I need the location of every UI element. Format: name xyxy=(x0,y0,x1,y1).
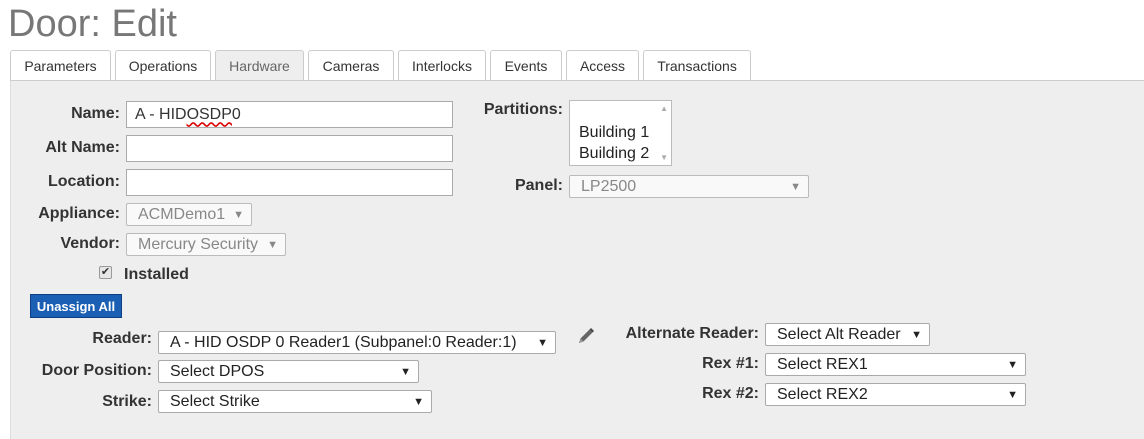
strike-select[interactable]: Select Strike ▼ xyxy=(158,390,432,413)
installed-label: Installed xyxy=(124,266,189,283)
vendor-select[interactable]: Mercury Security ▼ xyxy=(126,233,286,256)
caret-down-icon: ▼ xyxy=(400,365,411,378)
checkmark-icon: ✔ xyxy=(100,266,111,278)
tab-interlocks[interactable]: Interlocks xyxy=(398,50,486,80)
reader-label: Reader: xyxy=(92,330,152,347)
rex2-label: Rex #2: xyxy=(702,385,759,402)
tab-access[interactable]: Access xyxy=(566,50,639,80)
caret-down-icon: ▼ xyxy=(537,336,548,349)
caret-down-icon: ▼ xyxy=(1007,358,1018,371)
strike-label: Strike: xyxy=(102,393,152,410)
rex1-label: Rex #1: xyxy=(702,355,759,372)
name-value-misspelled: OSDP xyxy=(186,105,232,123)
tab-cameras[interactable]: Cameras xyxy=(308,50,394,80)
door-position-select[interactable]: Select DPOS ▼ xyxy=(158,360,419,383)
name-value-suffix: 0 xyxy=(231,105,241,123)
unassign-all-button[interactable]: Unassign All xyxy=(30,294,122,318)
partition-option[interactable]: Building 2 xyxy=(579,144,649,164)
tab-events[interactable]: Events xyxy=(490,50,562,80)
panel-select[interactable]: LP2500 ▼ xyxy=(569,175,809,198)
door-position-label: Door Position: xyxy=(41,362,152,379)
strike-value: Select Strike xyxy=(170,392,260,410)
caret-down-icon: ▼ xyxy=(790,180,801,193)
appliance-select[interactable]: ACMDemo1 ▼ xyxy=(126,203,252,226)
rex2-select[interactable]: Select REX2 ▼ xyxy=(765,383,1026,406)
appliance-label: Appliance: xyxy=(38,205,120,222)
scroll-up-icon[interactable]: ▲ xyxy=(660,104,668,113)
caret-down-icon: ▼ xyxy=(1007,388,1018,401)
location-input[interactable] xyxy=(126,169,453,196)
pencil-icon[interactable] xyxy=(575,325,597,347)
scroll-down-icon[interactable]: ▼ xyxy=(660,153,668,162)
tab-hardware[interactable]: Hardware xyxy=(215,50,304,80)
name-label: Name: xyxy=(71,105,120,122)
caret-down-icon: ▼ xyxy=(267,238,278,251)
caret-down-icon: ▼ xyxy=(413,395,424,408)
alternate-reader-label: Alternate Reader: xyxy=(625,325,759,342)
tab-transactions[interactable]: Transactions xyxy=(643,50,751,80)
rex1-select[interactable]: Select REX1 ▼ xyxy=(765,353,1026,376)
partitions-listbox[interactable]: ▲ Building 1 Building 2 ▼ xyxy=(569,100,672,166)
name-value-prefix: A - HID xyxy=(135,105,187,123)
alternate-reader-value: Select Alt Reader xyxy=(777,325,901,343)
caret-down-icon: ▼ xyxy=(233,208,244,221)
vendor-label: Vendor: xyxy=(60,235,120,252)
reader-value: A - HID OSDP 0 Reader1 (Subpanel:0 Reade… xyxy=(170,333,517,351)
tab-operations[interactable]: Operations xyxy=(115,50,211,80)
panel-label: Panel: xyxy=(514,177,563,194)
alt-name-label: Alt Name: xyxy=(45,139,120,156)
name-input[interactable]: A - HID OSDP 0 xyxy=(126,101,453,128)
reader-select[interactable]: A - HID OSDP 0 Reader1 (Subpanel:0 Reade… xyxy=(158,331,556,354)
page-title: Door: Edit xyxy=(8,3,177,45)
vendor-value: Mercury Security xyxy=(138,235,259,253)
alt-name-input[interactable] xyxy=(126,135,453,162)
partition-option[interactable]: Building 1 xyxy=(579,123,649,143)
panel-value: LP2500 xyxy=(581,177,637,195)
rex1-value: Select REX1 xyxy=(777,355,868,373)
door-position-value: Select DPOS xyxy=(170,362,265,380)
alternate-reader-select[interactable]: Select Alt Reader ▼ xyxy=(765,323,930,346)
location-label: Location: xyxy=(48,173,120,190)
caret-down-icon: ▼ xyxy=(911,328,922,341)
appliance-value: ACMDemo1 xyxy=(138,205,226,223)
installed-checkbox[interactable]: ✔ xyxy=(99,266,112,279)
partitions-label: Partitions: xyxy=(483,101,563,118)
rex2-value: Select REX2 xyxy=(777,385,868,403)
tab-parameters[interactable]: Parameters xyxy=(10,50,111,80)
